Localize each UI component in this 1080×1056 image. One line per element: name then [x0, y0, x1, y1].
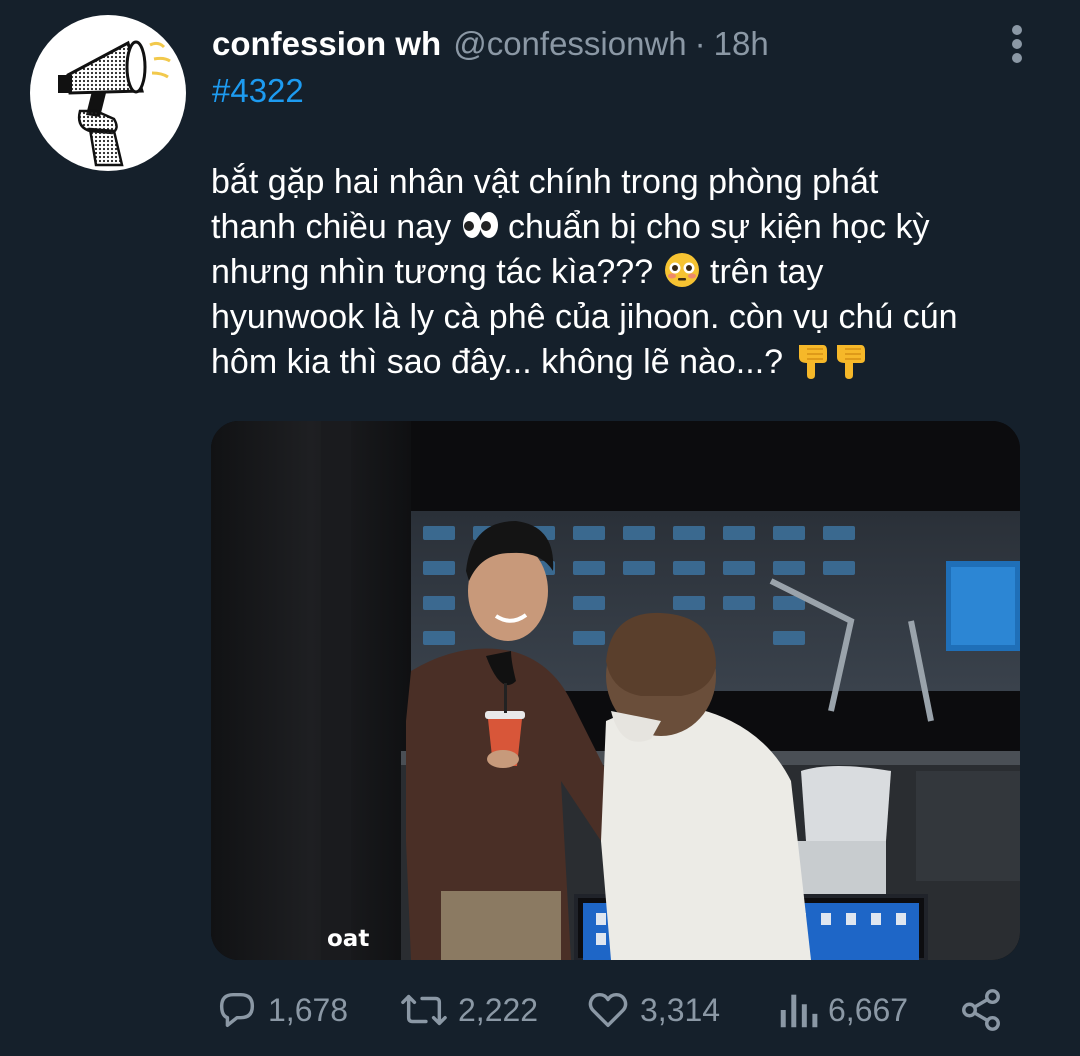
tweet-text-line: nhưng nhìn tương tác kìa??? trên tay — [211, 250, 1051, 295]
tweet-header: confession wh @confessionwh · 18h — [212, 22, 769, 66]
timestamp[interactable]: 18h — [714, 25, 769, 63]
hashtag-link[interactable]: #4322 — [212, 72, 304, 110]
tweet-text-line: hyunwook là ly cà phê của jihoon. còn vụ… — [211, 298, 958, 336]
avatar[interactable] — [30, 15, 186, 171]
reply-icon — [219, 992, 255, 1028]
tweet-text: bắt gặp hai nhân vật chính trong phòng p… — [211, 160, 1051, 385]
retweet-count: 2,222 — [458, 991, 539, 1028]
retweet-icon — [401, 994, 447, 1026]
backhand-index-pointing-down-emoji — [798, 345, 827, 379]
backhand-index-pointing-down-emoji — [836, 345, 865, 379]
share-button[interactable] — [958, 980, 1004, 1040]
reply-count: 1,678 — [268, 991, 349, 1028]
author-name[interactable]: confession wh — [212, 25, 441, 63]
like-button[interactable]: 3,314 — [584, 980, 720, 1040]
tweet-text-segment: nhưng nhìn tương tác kìa??? — [211, 253, 654, 291]
separator: · — [694, 25, 706, 62]
tweet-text-line: hôm kia thì sao đây... không lẽ nào...? — [211, 340, 1051, 385]
author-handle[interactable]: @confessionwh — [453, 25, 686, 63]
views-button[interactable]: 6,667 — [776, 980, 908, 1040]
share-icon — [962, 989, 1000, 1031]
tweet-text-line: thanh chiều nay chuẩn bị cho sự kiện học… — [211, 205, 1051, 250]
like-count: 3,314 — [640, 991, 721, 1028]
tweet-text-segment: chuẩn bị cho sự kiện học kỳ — [507, 208, 930, 246]
tweet-text-line: bắt gặp hai nhân vật chính trong phòng p… — [211, 163, 879, 201]
flushed-face-emoji — [664, 253, 699, 287]
tweet[interactable]: confession wh @confessionwh · 18h #4322 … — [0, 0, 1080, 1056]
views-icon — [780, 994, 818, 1028]
tweet-text-segment: thanh chiều nay — [211, 208, 452, 246]
photo-watermark: oat — [327, 926, 370, 952]
reply-button[interactable]: 1,678 — [214, 980, 348, 1040]
views-count: 6,667 — [828, 991, 909, 1028]
photo-studio-scene — [211, 421, 1020, 960]
tweet-text-segment: trên tay — [710, 253, 824, 291]
more-icon[interactable] — [1005, 22, 1029, 66]
tweet-text-segment: hôm kia thì sao đây... không lẽ nào...? — [211, 343, 784, 381]
tweet-photo[interactable]: oat — [211, 421, 1020, 960]
action-bar: 1,678 2,222 3,314 6,667 — [0, 980, 1080, 1040]
eyes-emoji — [462, 212, 498, 238]
like-icon — [588, 992, 628, 1028]
megaphone-logo — [58, 40, 171, 167]
retweet-button[interactable]: 2,222 — [398, 980, 538, 1040]
